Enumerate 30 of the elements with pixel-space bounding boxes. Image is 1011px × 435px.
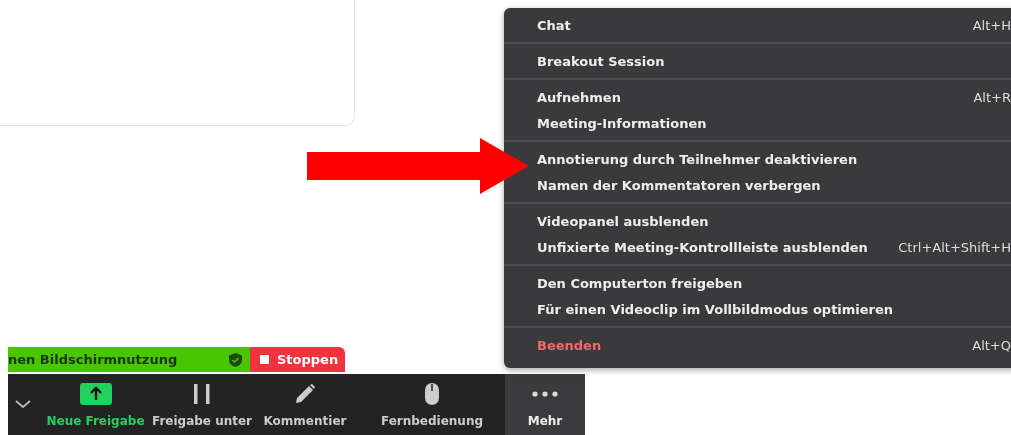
menu-item[interactable]: Videopanel ausblenden xyxy=(537,208,1011,234)
menu-item[interactable]: Für einen Videoclip im Vollbildmodus optimieren xyxy=(537,296,1011,322)
menu-item[interactable]: Meeting-Informationen xyxy=(537,110,1011,136)
shortcut-text: Alt+Q xyxy=(972,337,1011,353)
caret-icon xyxy=(15,400,31,409)
menu-item[interactable]: Chat Alt+H xyxy=(537,12,1011,38)
sharing-status-text: nen Bildschirmnutzung xyxy=(8,352,178,367)
shield-icon xyxy=(229,352,242,367)
more-button[interactable]: Mehr xyxy=(505,374,585,435)
menu-item[interactable]: Namen der Kommentatoren verbergen xyxy=(537,172,1011,198)
arrow-icon xyxy=(307,138,529,194)
more-icon xyxy=(532,390,558,397)
mouse-icon xyxy=(424,381,440,406)
pencil-icon xyxy=(294,382,316,405)
menu-item[interactable]: Aufnehmen Alt+R xyxy=(537,84,1011,110)
remote-control-button[interactable]: Fernbedienung xyxy=(359,374,505,435)
new-share-button[interactable]: Neue Freigabe xyxy=(38,374,153,435)
share-icon xyxy=(79,382,112,405)
menu-item[interactable]: Den Computerton freigeben xyxy=(537,270,1011,296)
pause-share-button[interactable]: Freigabe unter xyxy=(153,374,251,435)
menu-item[interactable]: Annotierung durch Teilnehmer deaktivieren xyxy=(537,146,1011,172)
menu-item[interactable]: Breakout Session xyxy=(537,48,1011,74)
shortcut-text: Alt+H xyxy=(972,17,1011,33)
shortcut-text: Ctrl+Alt+Shift+H xyxy=(898,239,1011,255)
shortcut-text: Alt+R xyxy=(973,89,1011,105)
menu-item[interactable]: Unfixierte Meeting-Kontrollleiste ausblenden Ctrl+Alt+Shift+H xyxy=(537,234,1011,260)
pause-icon xyxy=(193,382,211,405)
menu-item[interactable]: Beenden Alt+Q xyxy=(537,332,1011,358)
annotate-button[interactable]: Kommentier xyxy=(251,374,359,435)
stop-share-button[interactable]: Stoppen xyxy=(250,347,345,372)
